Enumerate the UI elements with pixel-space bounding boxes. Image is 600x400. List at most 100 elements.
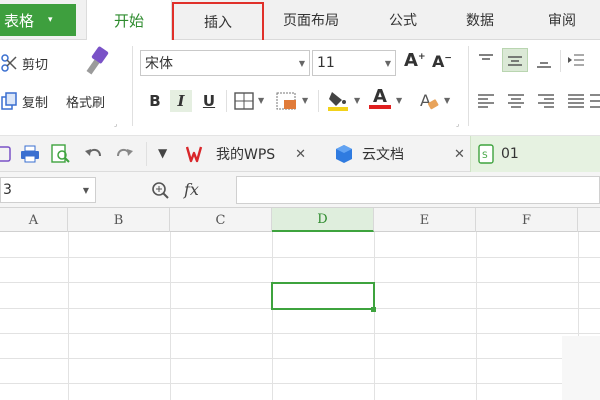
clear-format-icon[interactable]: A [418, 90, 440, 112]
column-header-c[interactable]: C [170, 208, 272, 232]
indent-icon[interactable] [566, 52, 586, 70]
print-icon[interactable] [20, 145, 40, 163]
column-header-b[interactable]: B [68, 208, 170, 232]
cloud-doc-icon [336, 145, 352, 163]
doc-tab-cloud-label: 云文档 [362, 147, 404, 163]
ribbon-tab-bar: 表格 ▾ 开始 插入 页面布局 公式 数据 审阅 [0, 0, 600, 42]
chevron-down-icon[interactable]: ▼ [354, 96, 360, 105]
chevron-down-icon[interactable]: ▼ [302, 96, 308, 105]
insert-function-button[interactable]: fx [184, 180, 199, 199]
wps-logo-icon [186, 146, 203, 163]
font-color-icon: A [373, 86, 387, 107]
spreadsheet-file-icon: S [478, 144, 494, 164]
ribbon-home-panel: 剪切 复制 格式刷 ⌟ 宋体 ▼ 11 ▼ A+ A− B I U ▼ ▼ ▼ … [0, 40, 600, 136]
font-grow-button[interactable]: A+ [404, 50, 425, 71]
cut-button[interactable]: 剪切 [0, 50, 60, 76]
font-shrink-icon: A [432, 52, 445, 71]
name-box-value: 3 [3, 182, 12, 198]
ribbon-divider [318, 90, 319, 112]
app-menu-button[interactable]: 表格 ▾ [0, 4, 76, 36]
group-launcher-icon[interactable]: ⌟ [114, 120, 117, 128]
distributed-icon[interactable] [588, 92, 600, 110]
format-painter-button[interactable]: 格式刷 [66, 46, 124, 118]
chevron-down-icon: ▾ [48, 15, 53, 25]
tab-home[interactable]: 开始 [86, 0, 172, 41]
customize-dropdown-icon[interactable]: ▼ [158, 146, 167, 160]
justify-icon[interactable] [566, 92, 586, 110]
cell-grid[interactable] [0, 232, 600, 400]
tab-insert[interactable]: 插入 [172, 2, 264, 42]
font-size-value: 11 [317, 55, 335, 71]
font-color-button[interactable]: A [368, 86, 392, 114]
doc-tab-cloud[interactable]: 云文档 ✕ [334, 136, 468, 172]
align-top-icon[interactable] [476, 52, 496, 70]
align-left-icon[interactable] [476, 92, 496, 110]
fill-handle[interactable] [371, 307, 376, 312]
paintbrush-icon [86, 46, 109, 75]
doc-tab-file-01-label: 01 [501, 146, 519, 162]
close-icon[interactable]: ✕ [454, 147, 465, 162]
column-header-e[interactable]: E [374, 208, 476, 232]
borders-icon[interactable] [234, 92, 254, 110]
ribbon-divider [560, 50, 561, 72]
group-launcher-icon[interactable]: ⌟ [456, 120, 459, 128]
doc-tab-my-wps[interactable]: 我的WPS ✕ [186, 136, 326, 172]
chevron-down-icon[interactable]: ▼ [258, 96, 264, 105]
ribbon-divider [146, 142, 147, 166]
column-headers: A B C D E F [0, 208, 600, 232]
doc-tab-file-01[interactable]: S 01 [470, 136, 600, 172]
spreadsheet-window: 表格 ▾ 开始 插入 页面布局 公式 数据 审阅 剪切 复制 格式刷 ⌟ 宋体 … [0, 0, 600, 400]
scissors-icon [1, 54, 17, 72]
align-middle-icon [508, 56, 522, 66]
chevron-down-icon: ▼ [82, 185, 89, 195]
copy-label: 复制 [22, 95, 49, 111]
chevron-down-icon: ▼ [298, 58, 305, 68]
tab-data[interactable]: 数据 [444, 0, 516, 40]
ribbon-divider [468, 46, 469, 126]
formula-input[interactable] [236, 176, 600, 204]
tab-page-layout-label: 页面布局 [283, 13, 339, 29]
copy-button[interactable]: 复制 [0, 88, 60, 114]
font-name-select[interactable]: 宋体 ▼ [140, 50, 310, 76]
tab-review[interactable]: 审阅 [548, 0, 600, 40]
doc-tab-my-wps-label: 我的WPS [216, 147, 276, 163]
font-shrink-button[interactable]: A− [432, 52, 452, 71]
zoom-search-icon[interactable] [150, 180, 172, 200]
column-header-f[interactable]: F [476, 208, 578, 232]
svg-text:S: S [482, 151, 488, 161]
undo-icon[interactable] [84, 145, 104, 163]
column-header-d[interactable]: D [272, 208, 374, 232]
chevron-down-icon[interactable]: ▼ [444, 96, 450, 105]
italic-button[interactable]: I [170, 90, 192, 112]
name-box[interactable]: 3 ▼ [0, 177, 96, 203]
scroll-corner [562, 336, 600, 400]
row-gridline [0, 257, 600, 258]
align-center-icon[interactable] [506, 92, 526, 110]
close-icon[interactable]: ✕ [295, 147, 306, 162]
column-header-a[interactable]: A [0, 208, 68, 232]
format-painter-label: 格式刷 [66, 96, 106, 111]
quick-access-and-document-tabs: ▼ 我的WPS ✕ 云文档 ✕ S 01 [0, 136, 600, 172]
fill-color-icon[interactable] [326, 88, 350, 112]
cut-label: 剪切 [22, 57, 49, 73]
row-gridline [0, 383, 600, 384]
underline-icon: U [202, 92, 216, 110]
align-bottom-icon[interactable] [534, 52, 554, 70]
font-name-value: 宋体 [145, 56, 173, 72]
selected-cell[interactable] [271, 282, 375, 310]
align-middle-button[interactable] [502, 48, 528, 72]
tab-page-layout[interactable]: 页面布局 [268, 0, 354, 40]
redo-icon[interactable] [114, 145, 134, 163]
print-preview-icon[interactable] [50, 144, 72, 164]
column-gridline [374, 232, 375, 400]
align-right-icon[interactable] [536, 92, 556, 110]
bold-button[interactable]: B [144, 90, 166, 112]
font-size-select[interactable]: 11 ▼ [312, 50, 396, 76]
tab-formula[interactable]: 公式 [370, 0, 436, 40]
ribbon-divider [132, 46, 133, 126]
underline-button[interactable]: U [198, 90, 220, 112]
chevron-down-icon[interactable]: ▼ [396, 96, 402, 105]
save-icon[interactable] [0, 145, 12, 163]
cell-style-icon[interactable] [276, 92, 298, 110]
font-grow-icon: A [404, 50, 418, 71]
